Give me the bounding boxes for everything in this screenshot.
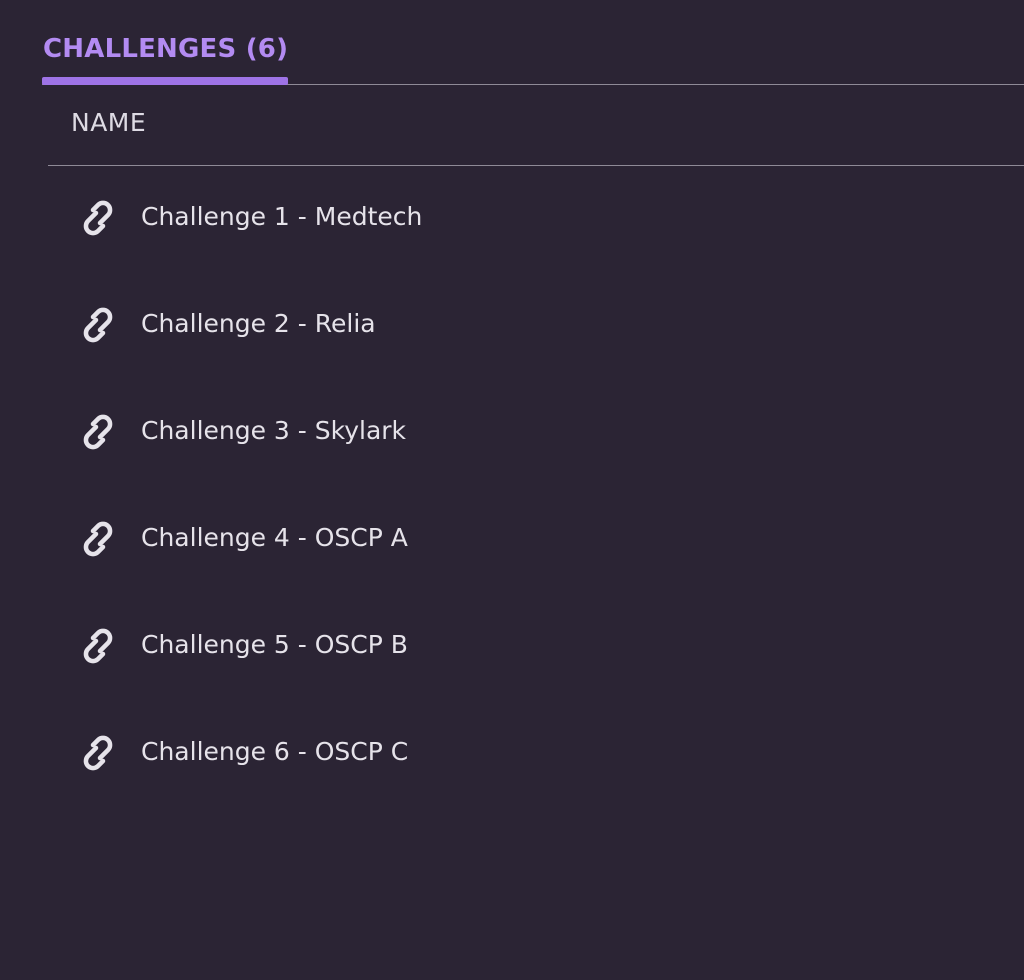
challenge-row-6[interactable]: Challenge 6 - OSCP C (48, 701, 1024, 808)
challenge-row-4[interactable]: Challenge 4 - OSCP A (48, 487, 1024, 594)
challenges-panel: CHALLENGES (6) NAME Challenge 1 - Medtec… (0, 0, 1024, 980)
challenge-row-1[interactable]: Challenge 1 - Medtech (48, 166, 1024, 273)
challenge-name: Challenge 5 - OSCP B (141, 630, 408, 659)
challenge-name: Challenge 3 - Skylark (141, 416, 407, 445)
tab-challenges[interactable]: CHALLENGES (6) (42, 26, 289, 85)
link-icon (70, 514, 126, 564)
link-icon (70, 193, 126, 243)
challenge-name: Challenge 4 - OSCP A (141, 523, 408, 552)
link-icon (70, 621, 126, 671)
challenge-list: Challenge 1 - Medtech Challenge 2 - Reli… (48, 166, 1024, 808)
tab-challenges-label: CHALLENGES (6) (43, 34, 289, 64)
link-icon (70, 728, 126, 778)
challenge-row-3[interactable]: Challenge 3 - Skylark (48, 380, 1024, 487)
challenge-name: Challenge 2 - Relia (141, 309, 376, 338)
challenge-name: Challenge 1 - Medtech (141, 202, 423, 231)
challenge-row-5[interactable]: Challenge 5 - OSCP B (48, 594, 1024, 701)
column-header-name[interactable]: NAME (71, 108, 146, 137)
table-header: NAME (48, 84, 1024, 166)
challenge-name: Challenge 6 - OSCP C (141, 737, 409, 766)
link-icon (70, 300, 126, 350)
challenge-row-2[interactable]: Challenge 2 - Relia (48, 273, 1024, 380)
link-icon (70, 407, 126, 457)
tab-strip: CHALLENGES (6) (42, 0, 1024, 85)
